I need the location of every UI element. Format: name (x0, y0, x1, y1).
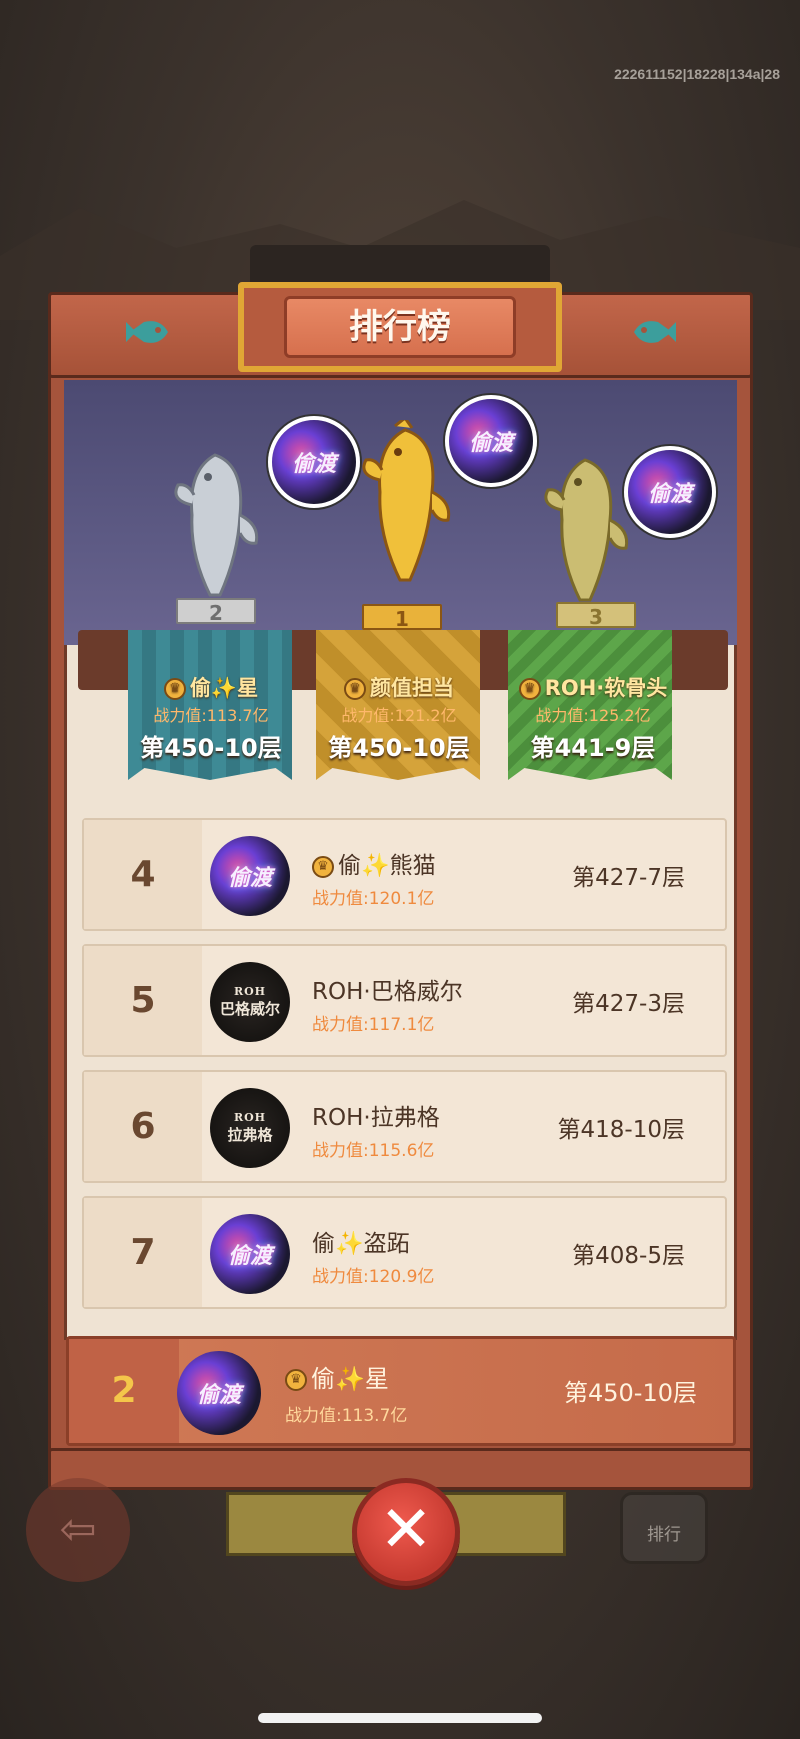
page-title: 排行榜 (349, 307, 451, 347)
podium-floor: 第441-9层 (530, 734, 656, 762)
table-row[interactable]: 7 偷渡 偷✨盗跖 战力值:120.9亿 第408-5层 (82, 1196, 727, 1309)
crown-icon: ♛ (344, 678, 366, 700)
player-power: 战力值:120.1亿 (312, 889, 435, 909)
podium-power: 战力值:125.2亿 (535, 706, 651, 725)
pedestal-rank-1: 1 (362, 604, 442, 631)
back-arrow-icon[interactable]: ⇦ (26, 1478, 130, 1582)
player-name: ♛ 偷✨熊猫 (312, 846, 436, 880)
crown-icon: ♛ (518, 678, 541, 700)
podium-power: 战力值:113.7亿 (153, 706, 269, 725)
rank-button-label: 排行 (647, 1525, 681, 1545)
silver-fish-trophy (174, 453, 259, 597)
podium-player-name[interactable]: ♛ 颜值担当 (304, 672, 494, 702)
rank-number: 6 (130, 1106, 156, 1147)
avatar[interactable]: ROH 拉弗格 (210, 1088, 290, 1168)
avatar-logo: 偷渡 (227, 865, 272, 891)
player-name: 偷✨盗跖 (312, 1231, 410, 1257)
my-rank-row[interactable]: 2 偷渡 ♛ 偷✨星 战力值:113.7亿 第450-10层 (66, 1336, 736, 1446)
crown-icon: ♛ (312, 855, 334, 878)
player-name: ROH·拉弗格 (312, 1105, 440, 1131)
my-floor: 第450-10层 (563, 1379, 697, 1407)
table-row[interactable]: 4 偷渡 ♛ 偷✨熊猫 战力值:120.1亿 第427-7层 (82, 818, 727, 931)
rank-number: 5 (130, 980, 156, 1021)
avatar[interactable]: 偷渡 (624, 446, 716, 538)
avatar[interactable]: 偷渡 (445, 395, 537, 487)
table-row[interactable]: 5 ROH 巴格威尔 ROH·巴格威尔 战力值:117.1亿 第427-3层 (82, 944, 727, 1057)
avatar[interactable]: 偷渡 (268, 416, 360, 508)
rank-number: 4 (130, 854, 156, 895)
crown-icon: ♛ (163, 678, 186, 700)
avatar-logo: 偷渡 (227, 1243, 272, 1269)
podium-floor: 第450-10层 (140, 734, 282, 762)
debug-id-text: 222611152|18228|134a|28 (614, 66, 780, 82)
my-rank-number: 2 (111, 1370, 137, 1411)
fish-icon (126, 318, 174, 346)
player-floor: 第427-7层 (572, 865, 685, 891)
avatar-logo: 偷渡 (468, 430, 513, 456)
avatar-logo: 偷渡 (647, 481, 692, 507)
avatar-logo: 偷渡 (291, 451, 336, 477)
player-power: 战力值:120.9亿 (312, 1267, 435, 1287)
player-power: 战力值:117.1亿 (312, 1015, 435, 1035)
player-floor: 第427-3层 (572, 991, 685, 1017)
avatar[interactable]: 偷渡 (210, 836, 290, 916)
table-row[interactable]: 6 ROH 拉弗格 ROH·拉弗格 战力值:115.6亿 第418-10层 (82, 1070, 727, 1183)
bronze-fish-trophy (544, 458, 629, 602)
avatar-logo: ROH 巴格威尔 (219, 985, 280, 1018)
player-name: ROH·巴格威尔 (312, 979, 463, 1005)
podium-floor: 第450-10层 (328, 734, 470, 762)
podium-player-name[interactable]: ♛ ROH·软骨头 (498, 672, 688, 702)
my-player-name: ♛ 偷✨星 (285, 1359, 389, 1394)
crown-icon: ♛ (285, 1369, 307, 1391)
gold-fish-trophy (362, 420, 451, 582)
my-avatar[interactable]: 偷渡 (177, 1351, 261, 1435)
player-floor: 第408-5层 (572, 1243, 685, 1269)
home-indicator (258, 1713, 542, 1723)
my-power: 战力值:113.7亿 (285, 1406, 408, 1426)
pedestal-rank-2: 2 (176, 598, 256, 625)
player-floor: 第418-10层 (557, 1117, 685, 1143)
pedestal-rank-3: 3 (556, 602, 636, 629)
close-icon[interactable]: ✕ (352, 1478, 460, 1586)
podium-player-name[interactable]: ♛ 偷✨星 (116, 672, 306, 702)
fish-icon (628, 318, 676, 346)
player-power: 战力值:115.6亿 (312, 1141, 435, 1161)
avatar[interactable]: 偷渡 (210, 1214, 290, 1294)
podium-power: 战力值:121.2亿 (341, 706, 457, 725)
rank-number: 7 (130, 1232, 156, 1273)
avatar-logo: 偷渡 (196, 1382, 241, 1408)
avatar-logo: ROH 拉弗格 (227, 1111, 273, 1144)
avatar[interactable]: ROH 巴格威尔 (210, 962, 290, 1042)
